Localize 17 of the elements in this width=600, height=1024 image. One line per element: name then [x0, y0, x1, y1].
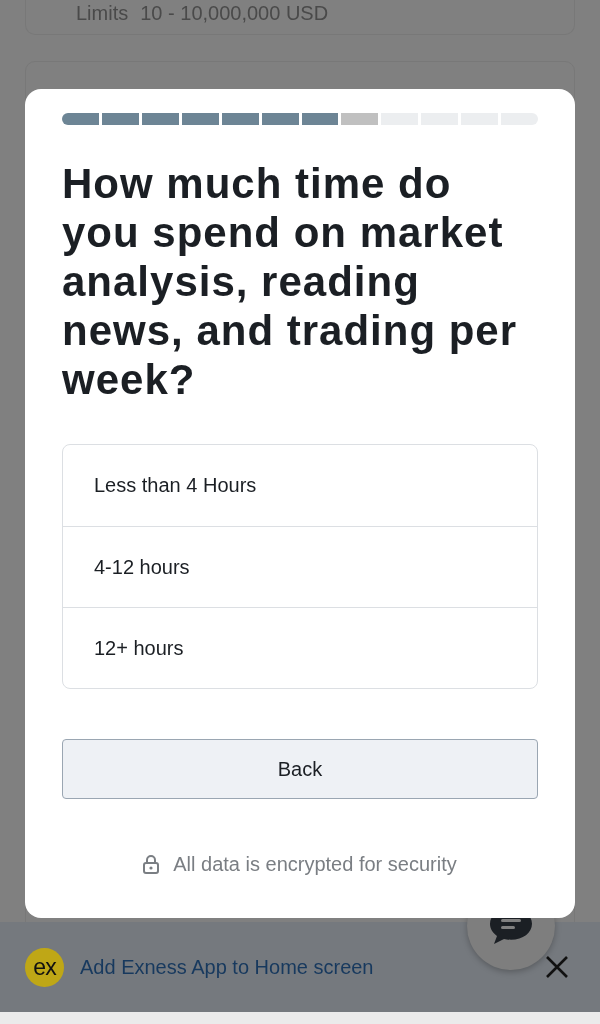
- answer-option[interactable]: 12+ hours: [63, 607, 537, 688]
- close-icon[interactable]: [545, 955, 569, 979]
- progress-segment: [261, 113, 299, 125]
- question-title: How much time do you spend on market analysis, reading news, and trading per week?: [62, 159, 519, 404]
- app-logo: ex: [25, 947, 64, 987]
- security-note: All data is encrypted for security: [173, 853, 457, 876]
- progress-segment: [221, 113, 259, 125]
- progress-segment: [62, 113, 99, 125]
- progress-segment: [181, 113, 219, 125]
- answer-option[interactable]: 4-12 hours: [63, 526, 537, 607]
- progress-segment: [341, 113, 379, 125]
- lock-icon: [143, 855, 160, 874]
- back-button[interactable]: Back: [62, 739, 538, 799]
- progress-segment: [141, 113, 179, 125]
- progress-segment: [101, 113, 139, 125]
- answer-option[interactable]: Less than 4 Hours: [63, 445, 537, 526]
- progress-segment: [301, 113, 339, 125]
